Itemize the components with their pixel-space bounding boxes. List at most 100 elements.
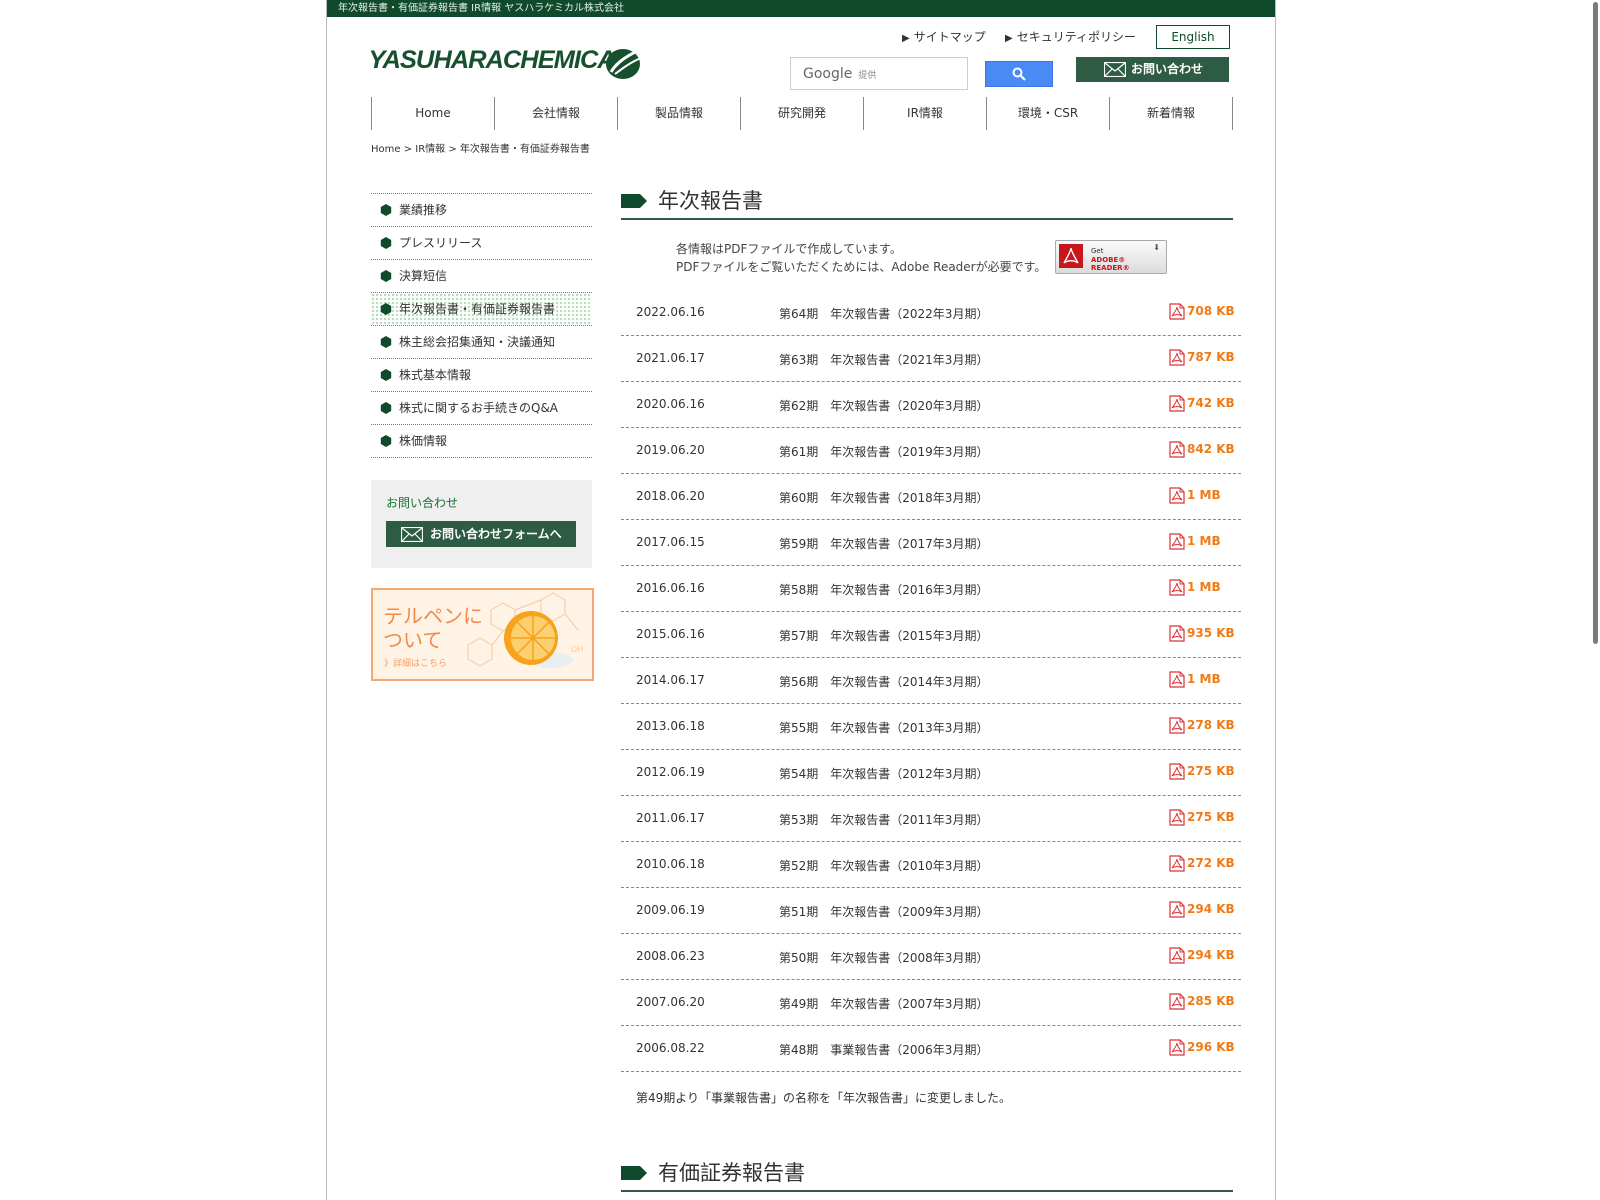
nav-research[interactable]: 研究開発 — [740, 97, 863, 130]
pdf-download-link[interactable] — [1169, 625, 1185, 645]
pdf-download-link[interactable] — [1169, 579, 1185, 599]
pdf-file-icon — [1169, 441, 1185, 458]
file-size-link[interactable]: 278 KB — [1187, 718, 1235, 732]
pdf-download-link[interactable] — [1169, 763, 1185, 783]
file-size-link[interactable]: 935 KB — [1187, 626, 1235, 640]
report-date: 2018.06.20 — [636, 489, 705, 503]
hexagon-bullet-icon — [380, 369, 392, 381]
side-nav-item[interactable]: 株式に関するお手続きのQ&A — [371, 392, 592, 425]
nav-csr[interactable]: 環境・CSR — [986, 97, 1109, 130]
search-input[interactable]: Google 提供 — [790, 57, 968, 90]
sitemap-link[interactable]: ▶ サイトマップ — [902, 28, 986, 45]
side-nav-item[interactable]: プレスリリース — [371, 227, 592, 260]
banner-title: テルペンに ついて — [383, 604, 483, 652]
get-adobe-reader-button[interactable]: Get ADOBE® READER® ⬇ — [1055, 240, 1167, 274]
file-size-link[interactable]: 1 MB — [1187, 580, 1221, 594]
report-date: 2019.06.20 — [636, 443, 705, 457]
file-size-link[interactable]: 285 KB — [1187, 994, 1235, 1008]
file-size-link[interactable]: 296 KB — [1187, 1040, 1235, 1054]
report-title: 第54期 年次報告書（2012年3月期） — [779, 767, 989, 781]
report-title: 第48期 事業報告書（2006年3月期） — [779, 1043, 989, 1057]
file-size-link[interactable]: 272 KB — [1187, 856, 1235, 870]
pdf-download-link[interactable] — [1169, 947, 1185, 967]
report-row: 2018.06.20 第60期 年次報告書（2018年3月期） 1 MB — [621, 474, 1241, 520]
report-date: 2006.08.22 — [636, 1041, 705, 1055]
report-row: 2016.06.16 第58期 年次報告書（2016年3月期） 1 MB — [621, 566, 1241, 612]
report-row: 2008.06.23 第50期 年次報告書（2008年3月期） 294 KB — [621, 934, 1241, 980]
report-date: 2011.06.17 — [636, 811, 705, 825]
report-row: 2010.06.18 第52期 年次報告書（2010年3月期） 272 KB — [621, 842, 1241, 888]
side-nav-item[interactable]: 株価情報 — [371, 425, 592, 458]
side-nav-item-active[interactable]: 年次報告書・有価証券報告書 — [371, 293, 592, 326]
pdf-file-icon — [1169, 579, 1185, 596]
contact-button[interactable]: お問い合わせ — [1076, 57, 1229, 82]
side-nav-item[interactable]: 決算短信 — [371, 260, 592, 293]
file-size-link[interactable]: 275 KB — [1187, 810, 1235, 824]
file-size-link[interactable]: 1 MB — [1187, 488, 1221, 502]
side-contact-title: お問い合わせ — [386, 496, 459, 510]
pdf-download-link[interactable] — [1169, 901, 1185, 921]
side-nav-item[interactable]: 業績推移 — [371, 194, 592, 227]
contact-form-button[interactable]: お問い合わせフォームへ — [386, 521, 576, 547]
file-size-link[interactable]: 787 KB — [1187, 350, 1235, 364]
report-date: 2021.06.17 — [636, 351, 705, 365]
report-row: 2017.06.15 第59期 年次報告書（2017年3月期） 1 MB — [621, 520, 1241, 566]
nav-products[interactable]: 製品情報 — [617, 97, 740, 130]
file-size-link[interactable]: 708 KB — [1187, 304, 1235, 318]
pdf-download-link[interactable] — [1169, 1039, 1185, 1059]
file-size-link[interactable]: 294 KB — [1187, 948, 1235, 962]
pdf-download-link[interactable] — [1169, 349, 1185, 369]
file-size-link[interactable]: 294 KB — [1187, 902, 1235, 916]
side-nav-item[interactable]: 株主総会招集通知・決議通知 — [371, 326, 592, 359]
company-logo[interactable]: YASUHARACHEMICAL — [368, 44, 646, 84]
envelope-icon — [401, 527, 423, 542]
side-nav-item[interactable]: 株式基本情報 — [371, 359, 592, 392]
pdf-download-link[interactable] — [1169, 395, 1185, 415]
nav-home[interactable]: Home — [371, 97, 494, 130]
report-date: 2016.06.16 — [636, 581, 705, 595]
nav-news[interactable]: 新着情報 — [1109, 97, 1233, 130]
search-button[interactable] — [985, 61, 1053, 87]
report-row: 2013.06.18 第55期 年次報告書（2013年3月期） 278 KB — [621, 704, 1241, 750]
pdf-notice: 各情報はPDFファイルで作成しています。 PDFファイルをご覧いただくためには、A… — [676, 242, 1047, 274]
pdf-download-link[interactable] — [1169, 533, 1185, 553]
nav-ir[interactable]: IR情報 — [863, 97, 986, 130]
search-placeholder: Google 提供 — [803, 66, 877, 82]
search-icon — [1012, 67, 1026, 81]
pdf-download-link[interactable] — [1169, 487, 1185, 507]
file-size-link[interactable]: 1 MB — [1187, 534, 1221, 548]
pdf-file-icon — [1169, 349, 1185, 366]
pdf-download-link[interactable] — [1169, 303, 1185, 323]
pdf-file-icon — [1169, 947, 1185, 964]
global-nav: Home 会社情報 製品情報 研究開発 IR情報 環境・CSR 新着情報 — [371, 97, 1233, 130]
terpene-banner[interactable]: OH テルペンに ついて 》詳細はこちら — [371, 588, 594, 681]
pdf-download-link[interactable] — [1169, 717, 1185, 737]
report-row: 2020.06.16 第62期 年次報告書（2020年3月期） 742 KB — [621, 382, 1241, 428]
file-size-link[interactable]: 1 MB — [1187, 672, 1221, 686]
report-date: 2009.06.19 — [636, 903, 705, 917]
pdf-file-icon — [1169, 625, 1185, 642]
pdf-file-icon — [1169, 901, 1185, 918]
pdf-download-link[interactable] — [1169, 855, 1185, 875]
report-row: 2019.06.20 第61期 年次報告書（2019年3月期） 842 KB — [621, 428, 1241, 474]
english-button[interactable]: English — [1156, 25, 1230, 49]
pdf-file-icon — [1169, 1039, 1185, 1056]
pdf-file-icon — [1169, 533, 1185, 550]
file-size-link[interactable]: 842 KB — [1187, 442, 1235, 456]
report-title: 第58期 年次報告書（2016年3月期） — [779, 583, 989, 597]
report-row: 2007.06.20 第49期 年次報告書（2007年3月期） 285 KB — [621, 980, 1241, 1026]
pdf-download-link[interactable] — [1169, 993, 1185, 1013]
file-size-link[interactable]: 742 KB — [1187, 396, 1235, 410]
pdf-download-link[interactable] — [1169, 809, 1185, 829]
report-date: 2012.06.19 — [636, 765, 705, 779]
security-policy-link[interactable]: ▶ セキュリティポリシー — [1005, 28, 1136, 45]
scrollbar-thumb[interactable] — [1593, 2, 1598, 644]
breadcrumb[interactable]: Home > IR情報 > 年次報告書・有価証券報告書 — [371, 140, 590, 155]
page-scrollbar[interactable] — [1592, 0, 1600, 1200]
pdf-download-link[interactable] — [1169, 441, 1185, 461]
pdf-download-link[interactable] — [1169, 671, 1185, 691]
pdf-file-icon — [1169, 855, 1185, 872]
nav-company[interactable]: 会社情報 — [494, 97, 617, 130]
file-size-link[interactable]: 275 KB — [1187, 764, 1235, 778]
report-date: 2014.06.17 — [636, 673, 705, 687]
